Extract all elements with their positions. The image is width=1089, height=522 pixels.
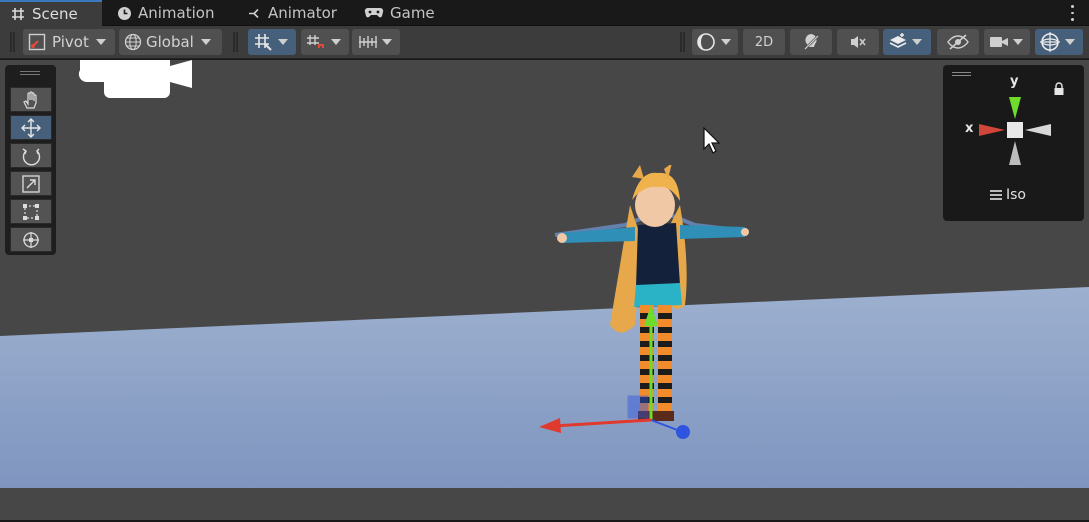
tab-bar: Scene Animation Animator Game bbox=[0, 0, 1089, 26]
chevron-down-icon bbox=[912, 39, 922, 45]
audio-muted-icon bbox=[849, 33, 867, 51]
mouse-cursor-icon bbox=[703, 127, 721, 154]
chevron-down-icon bbox=[1013, 39, 1023, 45]
grid-snap-toggle[interactable] bbox=[248, 29, 296, 55]
projection-label: Iso bbox=[1006, 187, 1026, 203]
more-options-icon[interactable] bbox=[1069, 3, 1075, 23]
shading-sphere-icon bbox=[696, 32, 716, 52]
rect-transform-icon bbox=[21, 202, 41, 222]
tab-animator[interactable]: Animator bbox=[236, 0, 347, 26]
toolbar-grip[interactable] bbox=[10, 32, 15, 52]
hand-tool-button[interactable] bbox=[10, 87, 52, 112]
globe-icon bbox=[124, 33, 142, 51]
xy-plane-handle[interactable] bbox=[627, 395, 649, 419]
rotate-tool-button[interactable] bbox=[10, 143, 52, 168]
2d-label: 2D bbox=[754, 34, 774, 50]
tab-animation[interactable]: Animation bbox=[106, 0, 224, 26]
scene-visibility-button[interactable] bbox=[937, 29, 979, 55]
camera-icon bbox=[989, 34, 1009, 50]
chevron-down-icon bbox=[1065, 39, 1075, 45]
grid-snap-icon bbox=[253, 32, 273, 52]
toolbar-grip[interactable] bbox=[680, 32, 685, 52]
shading-mode-dropdown[interactable] bbox=[692, 29, 738, 55]
pivot-dropdown[interactable]: Pivot bbox=[23, 29, 115, 55]
axis-cones[interactable] bbox=[973, 91, 1059, 171]
tab-scene[interactable]: Scene bbox=[0, 0, 102, 26]
chevron-down-icon bbox=[382, 39, 392, 45]
x-axis-handle[interactable] bbox=[539, 418, 652, 433]
transform-combo-icon bbox=[20, 229, 42, 251]
move-arrows-icon bbox=[20, 117, 42, 139]
2d-toggle-button[interactable]: 2D bbox=[743, 29, 785, 55]
tab-label: Animator bbox=[268, 4, 337, 22]
ruler-icon bbox=[357, 32, 379, 52]
clock-icon bbox=[116, 5, 132, 21]
gamepad-icon bbox=[364, 5, 384, 21]
chevron-down-icon bbox=[331, 39, 341, 45]
scale-icon bbox=[21, 174, 41, 194]
eye-hidden-icon bbox=[947, 34, 969, 50]
move-gizmo[interactable] bbox=[530, 300, 700, 450]
tool-palette bbox=[5, 65, 56, 255]
tab-label: Animation bbox=[138, 4, 215, 22]
rotate-icon bbox=[20, 145, 42, 167]
z-axis-handle[interactable] bbox=[650, 419, 690, 439]
gizmos-globe-icon bbox=[1039, 31, 1061, 53]
gizmos-dropdown[interactable] bbox=[1035, 29, 1083, 55]
increment-snap-toggle[interactable] bbox=[301, 29, 349, 55]
lighting-icon bbox=[802, 33, 820, 51]
tab-label: Game bbox=[390, 4, 435, 22]
audio-toggle-button[interactable] bbox=[837, 29, 879, 55]
orientation-gizmo[interactable]: y x Iso bbox=[943, 65, 1084, 221]
scene-toolbar: Pivot Global 2D bbox=[0, 26, 1089, 59]
chevron-down-icon bbox=[721, 39, 731, 45]
hand-icon bbox=[21, 90, 41, 110]
menu-lines-icon bbox=[990, 190, 1002, 200]
projection-toggle[interactable]: Iso bbox=[990, 187, 1026, 203]
effects-layers-icon bbox=[888, 32, 908, 52]
move-tool-button[interactable] bbox=[10, 115, 52, 140]
tab-game[interactable]: Game bbox=[354, 0, 445, 26]
branch-icon bbox=[246, 5, 262, 21]
lighting-toggle-button[interactable] bbox=[790, 29, 832, 55]
scale-tool-button[interactable] bbox=[10, 171, 52, 196]
chevron-down-icon bbox=[95, 39, 106, 45]
palette-grip[interactable] bbox=[20, 71, 40, 75]
scene-camera-icon[interactable] bbox=[76, 60, 200, 100]
transform-tool-button[interactable] bbox=[10, 227, 52, 252]
grid-icon bbox=[10, 6, 26, 22]
global-dropdown[interactable]: Global bbox=[119, 29, 222, 55]
snap-magnet-icon bbox=[306, 32, 326, 52]
y-axis-label: y bbox=[1010, 74, 1019, 89]
pivot-icon bbox=[28, 33, 46, 51]
camera-settings-dropdown[interactable] bbox=[984, 29, 1030, 55]
rect-tool-button[interactable] bbox=[10, 199, 52, 224]
effects-dropdown[interactable] bbox=[883, 29, 931, 55]
chevron-down-icon bbox=[278, 39, 288, 45]
ruler-toggle[interactable] bbox=[352, 29, 400, 55]
chevron-down-icon bbox=[200, 39, 211, 45]
tab-label: Scene bbox=[32, 5, 78, 23]
pivot-label: Pivot bbox=[52, 33, 89, 51]
gizmo-grip[interactable] bbox=[952, 72, 971, 76]
toolbar-grip[interactable] bbox=[233, 32, 238, 52]
global-label: Global bbox=[146, 33, 194, 51]
scene-viewport[interactable] bbox=[0, 60, 1089, 520]
